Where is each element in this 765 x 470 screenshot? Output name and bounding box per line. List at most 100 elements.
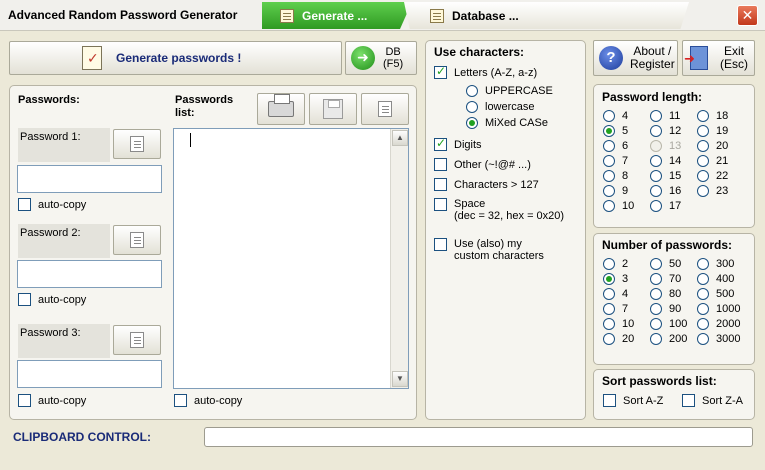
password-length-radio[interactable] bbox=[650, 125, 662, 137]
number-of-passwords-radio[interactable] bbox=[697, 273, 709, 285]
list-autocopy-checkbox[interactable] bbox=[174, 394, 187, 407]
password-length-radio[interactable] bbox=[603, 155, 615, 167]
number-of-passwords-radio[interactable] bbox=[650, 273, 662, 285]
number-of-passwords-radio[interactable] bbox=[603, 258, 615, 270]
number-of-passwords-option[interactable]: 3000 bbox=[697, 333, 747, 345]
number-of-passwords-radio[interactable] bbox=[603, 288, 615, 300]
password-length-option[interactable]: 19 bbox=[697, 125, 747, 137]
number-of-passwords-option[interactable]: 2 bbox=[603, 258, 650, 270]
number-of-passwords-option[interactable]: 4 bbox=[603, 288, 650, 300]
list-autocopy[interactable]: auto-copy bbox=[174, 394, 242, 407]
space-checkbox[interactable] bbox=[434, 198, 447, 211]
number-of-passwords-option[interactable]: 100 bbox=[650, 318, 697, 330]
number-of-passwords-option[interactable]: 300 bbox=[697, 258, 747, 270]
number-of-passwords-radio[interactable] bbox=[697, 318, 709, 330]
password-length-option[interactable]: 9 bbox=[603, 185, 650, 197]
number-of-passwords-radio[interactable] bbox=[650, 258, 662, 270]
password-length-radio[interactable] bbox=[697, 125, 709, 137]
number-of-passwords-option[interactable]: 7 bbox=[603, 303, 650, 315]
number-of-passwords-radio[interactable] bbox=[603, 318, 615, 330]
password-length-option[interactable]: 21 bbox=[697, 155, 747, 167]
password-length-option[interactable]: 23 bbox=[697, 185, 747, 197]
password-2-autocopy-checkbox[interactable] bbox=[18, 293, 31, 306]
password-length-radio[interactable] bbox=[650, 110, 662, 122]
uppercase-radio[interactable] bbox=[466, 85, 478, 97]
password-length-radio[interactable] bbox=[650, 200, 662, 212]
number-of-passwords-option[interactable]: 3 bbox=[603, 273, 650, 285]
password-length-radio[interactable] bbox=[603, 110, 615, 122]
passwords-list-scrollbar[interactable]: ▲ ▼ bbox=[390, 129, 408, 388]
print-button[interactable] bbox=[257, 93, 305, 125]
close-button[interactable]: ✕ bbox=[737, 5, 758, 26]
number-of-passwords-option[interactable]: 500 bbox=[697, 288, 747, 300]
copy-password-2-button[interactable] bbox=[113, 225, 161, 255]
custom-chars-option[interactable]: Use (also) my custom characters bbox=[434, 238, 544, 262]
password-length-option[interactable]: 13 bbox=[650, 140, 697, 152]
copy-password-1-button[interactable] bbox=[113, 129, 161, 159]
passwords-list-textarea[interactable] bbox=[173, 128, 409, 389]
digits-option[interactable]: Digits bbox=[434, 136, 482, 151]
password-length-radio[interactable] bbox=[650, 185, 662, 197]
sort-za-checkbox[interactable] bbox=[682, 394, 695, 407]
scroll-down-icon[interactable]: ▼ bbox=[392, 371, 408, 387]
tab-generate[interactable]: Generate ... bbox=[262, 2, 412, 29]
password-length-option[interactable]: 5 bbox=[603, 125, 650, 137]
number-of-passwords-option[interactable]: 200 bbox=[650, 333, 697, 345]
sort-az-checkbox[interactable] bbox=[603, 394, 616, 407]
number-of-passwords-option[interactable]: 10 bbox=[603, 318, 650, 330]
password-length-radio[interactable] bbox=[650, 155, 662, 167]
exit-button[interactable]: Exit(Esc) bbox=[682, 40, 755, 76]
database-button[interactable]: ➜ DB (F5) bbox=[345, 41, 417, 75]
gt127-option[interactable]: Characters > 127 bbox=[434, 178, 539, 191]
password-length-radio[interactable] bbox=[697, 170, 709, 182]
password-length-radio[interactable] bbox=[603, 125, 615, 137]
other-checkbox[interactable] bbox=[434, 158, 447, 171]
about-register-button[interactable]: ? About / Register bbox=[593, 40, 678, 76]
password-2-field[interactable] bbox=[17, 260, 162, 288]
password-length-option[interactable]: 7 bbox=[603, 155, 650, 167]
number-of-passwords-radio[interactable] bbox=[650, 318, 662, 330]
clipboard-control-field[interactable] bbox=[204, 427, 753, 447]
password-1-autocopy[interactable]: auto-copy bbox=[18, 198, 86, 211]
password-length-radio[interactable] bbox=[697, 185, 709, 197]
password-length-option[interactable]: 10 bbox=[603, 200, 650, 212]
password-length-option[interactable]: 4 bbox=[603, 110, 650, 122]
gt127-checkbox[interactable] bbox=[434, 178, 447, 191]
number-of-passwords-radio[interactable] bbox=[650, 303, 662, 315]
number-of-passwords-option[interactable]: 90 bbox=[650, 303, 697, 315]
copy-password-3-button[interactable] bbox=[113, 325, 161, 355]
password-length-option[interactable]: 6 bbox=[603, 140, 650, 152]
case-mixed-option[interactable]: MiXed CASe bbox=[466, 117, 548, 129]
number-of-passwords-option[interactable]: 2000 bbox=[697, 318, 747, 330]
letters-option[interactable]: Letters (A-Z, a-z) bbox=[434, 64, 537, 79]
password-length-option[interactable]: 11 bbox=[650, 110, 697, 122]
number-of-passwords-radio[interactable] bbox=[697, 258, 709, 270]
number-of-passwords-radio[interactable] bbox=[650, 333, 662, 345]
password-3-autocopy-checkbox[interactable] bbox=[18, 394, 31, 407]
number-of-passwords-radio[interactable] bbox=[697, 288, 709, 300]
password-length-radio[interactable] bbox=[650, 170, 662, 182]
number-of-passwords-radio[interactable] bbox=[697, 303, 709, 315]
copy-list-button[interactable] bbox=[361, 93, 409, 125]
number-of-passwords-radio[interactable] bbox=[697, 333, 709, 345]
password-3-field[interactable] bbox=[17, 360, 162, 388]
other-option[interactable]: Other (~!@# ...) bbox=[434, 158, 531, 171]
number-of-passwords-option[interactable]: 1000 bbox=[697, 303, 747, 315]
password-length-option[interactable]: 20 bbox=[697, 140, 747, 152]
password-length-radio[interactable] bbox=[603, 185, 615, 197]
save-button[interactable] bbox=[309, 93, 357, 125]
sort-az-option[interactable]: Sort A-Z bbox=[603, 394, 663, 407]
password-length-radio[interactable] bbox=[697, 110, 709, 122]
password-length-option[interactable]: 14 bbox=[650, 155, 697, 167]
password-length-radio[interactable] bbox=[603, 200, 615, 212]
letters-checkbox[interactable] bbox=[434, 64, 447, 79]
password-2-autocopy[interactable]: auto-copy bbox=[18, 293, 86, 306]
password-length-option[interactable]: 16 bbox=[650, 185, 697, 197]
case-uppercase-option[interactable]: UPPERCASE bbox=[466, 85, 553, 97]
password-3-autocopy[interactable]: auto-copy bbox=[18, 394, 86, 407]
generate-passwords-button[interactable]: Generate passwords ! bbox=[9, 41, 342, 75]
mixedcase-radio[interactable] bbox=[466, 117, 478, 129]
number-of-passwords-radio[interactable] bbox=[650, 288, 662, 300]
number-of-passwords-option[interactable]: 20 bbox=[603, 333, 650, 345]
password-1-autocopy-checkbox[interactable] bbox=[18, 198, 31, 211]
